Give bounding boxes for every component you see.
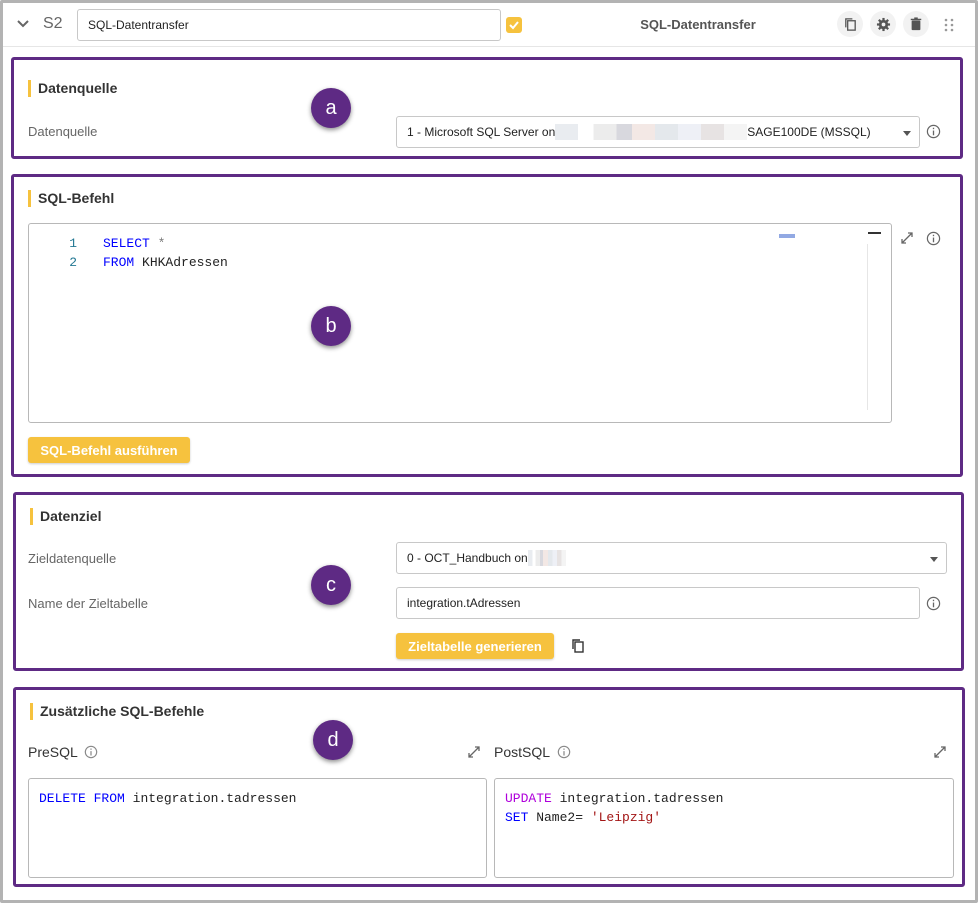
dropdown-caret-icon <box>903 131 911 136</box>
presql-label: PreSQL <box>28 744 78 760</box>
copy-icon <box>844 17 856 31</box>
section-title: Zusätzliche SQL-Befehle <box>30 703 204 720</box>
section-datenziel: Datenziel Zieldatenquelle 0 - OCT_Handbu… <box>13 492 964 671</box>
section-datenquelle: Datenquelle Datenquelle 1 - Microsoft SQ… <box>11 57 963 159</box>
section-sql-befehl: SQL-Befehl 1 SELECT * 2 FROM KHKAdressen… <box>11 174 963 477</box>
editor-ruler <box>867 244 868 410</box>
delete-button[interactable] <box>903 11 929 37</box>
postsql-editor[interactable]: UPDATE integration.tadressen SET Name2= … <box>494 778 954 878</box>
zieltabelle-input[interactable]: integration.tAdressen <box>396 587 920 619</box>
sql-keyword: FROM <box>103 255 135 270</box>
enabled-checkbox[interactable] <box>506 17 522 33</box>
code-line: FROM KHKAdressen <box>103 255 228 270</box>
step-name-input[interactable] <box>77 9 501 41</box>
sql-keyword: UPDATE <box>505 791 552 806</box>
code-line: DELETE FROM integration.tadressen <box>39 791 296 806</box>
section-title: Datenziel <box>30 508 101 525</box>
sql-text: integration.tadressen <box>551 791 724 806</box>
zieldatenquelle-select[interactable]: 0 - OCT_Handbuch on <box>396 542 947 574</box>
zieldatenquelle-label: Zieldatenquelle <box>28 551 117 566</box>
minimize-icon[interactable] <box>868 232 881 234</box>
step-id: S2 <box>43 15 63 32</box>
sql-text: Name2= <box>528 810 591 825</box>
redacted-host <box>527 550 566 566</box>
info-icon[interactable] <box>926 124 941 139</box>
presql-editor[interactable]: DELETE FROM integration.tadressen <box>28 778 487 878</box>
copy-button[interactable] <box>837 11 863 37</box>
sql-keyword: DELETE <box>39 791 86 806</box>
sql-text: KHKAdressen <box>134 255 228 270</box>
zieltabelle-label: Name der Zieltabelle <box>28 596 148 611</box>
sql-string: 'Leipzig' <box>590 810 662 825</box>
section-title: SQL-Befehl <box>28 190 114 207</box>
section-title: Datenquelle <box>28 80 117 97</box>
step-title: SQL-Datentransfer <box>640 17 756 32</box>
drag-handle-icon[interactable] <box>943 17 955 33</box>
zieltabelle-value: integration.tAdressen <box>407 596 521 610</box>
step-header: S2 SQL-Datentransfer <box>3 3 975 47</box>
gear-icon <box>876 17 890 31</box>
sql-keyword: SELECT <box>103 236 150 251</box>
info-icon[interactable] <box>557 745 571 759</box>
settings-button[interactable] <box>870 11 896 37</box>
datenquelle-select[interactable]: 1 - Microsoft SQL Server on SAGE100DE (M… <box>396 116 920 148</box>
chevron-down-icon[interactable] <box>15 16 31 32</box>
minimap <box>779 234 795 238</box>
select-suffix: SAGE100DE (MSSQL) <box>747 125 871 139</box>
section-zusatz-sql: Zusätzliche SQL-Befehle PreSQL PostSQL D… <box>13 687 965 887</box>
dropdown-caret-icon <box>930 557 938 562</box>
badge-b: b <box>311 306 351 346</box>
badge-a: a <box>311 88 351 128</box>
badge-d: d <box>313 720 353 760</box>
expand-icon[interactable] <box>467 745 481 759</box>
line-number: 2 <box>69 255 77 270</box>
info-icon[interactable] <box>84 745 98 759</box>
info-icon[interactable] <box>926 231 941 246</box>
sql-keyword: SET <box>505 810 529 825</box>
sql-keyword: FROM <box>93 791 125 806</box>
sql-text: integration.tadressen <box>124 791 297 806</box>
copy-icon[interactable] <box>570 638 586 654</box>
code-line: UPDATE integration.tadressen <box>505 791 723 806</box>
trash-icon <box>910 17 922 31</box>
check-icon <box>509 21 519 30</box>
sql-text: * <box>149 236 166 251</box>
redacted-host <box>555 124 748 140</box>
line-number: 1 <box>69 236 77 251</box>
select-prefix: 0 - OCT_Handbuch on <box>407 551 528 565</box>
code-line: SET Name2= 'Leipzig' <box>505 810 661 825</box>
run-sql-button[interactable]: SQL-Befehl ausführen <box>28 437 190 463</box>
datenquelle-label: Datenquelle <box>28 124 98 139</box>
generate-table-button[interactable]: Zieltabelle generieren <box>396 633 554 659</box>
expand-icon[interactable] <box>933 745 947 759</box>
select-prefix: 1 - Microsoft SQL Server on <box>407 125 556 139</box>
expand-icon[interactable] <box>900 231 914 245</box>
postsql-label: PostSQL <box>494 744 551 760</box>
sql-editor[interactable]: 1 SELECT * 2 FROM KHKAdressen <box>28 223 892 423</box>
info-icon[interactable] <box>926 596 941 611</box>
code-line: SELECT * <box>103 236 165 251</box>
badge-c: c <box>311 565 351 605</box>
